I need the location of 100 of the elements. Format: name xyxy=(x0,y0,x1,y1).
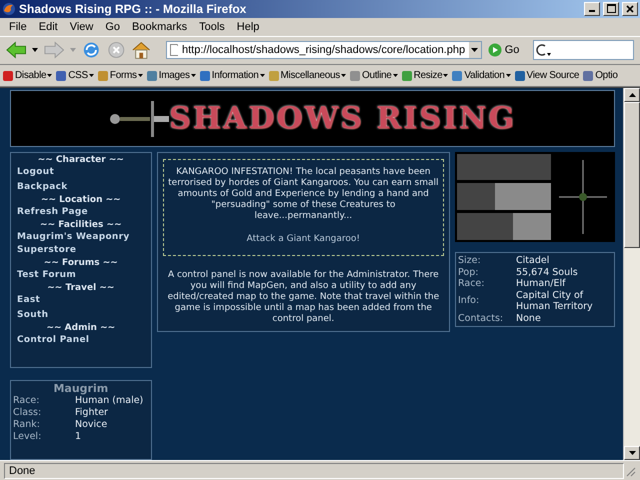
toolbar-menu-button[interactable]: Resize xyxy=(400,70,448,82)
info-label: Contacts: xyxy=(458,312,504,324)
info-label: Pop: xyxy=(458,266,480,278)
toolbar-menu-button[interactable]: Optio xyxy=(582,70,618,82)
minimize-button[interactable] xyxy=(584,2,600,16)
stat-value: Novice xyxy=(75,419,108,432)
toolbar-menu-button[interactable]: Validation xyxy=(451,70,511,82)
close-icon xyxy=(626,4,634,13)
menu-heading: ~~ Facilities ~~ xyxy=(39,219,123,232)
status-text: Done xyxy=(4,462,624,479)
sword-icon xyxy=(109,98,170,139)
info-label: Size: xyxy=(458,255,482,267)
menu-link[interactable]: South xyxy=(17,309,145,322)
caret-icon xyxy=(190,74,196,78)
menu-link[interactable]: Test Forum xyxy=(17,269,145,282)
toolbar-icon xyxy=(348,70,361,82)
menu-link[interactable]: Maugrim's Weaponry Superstore xyxy=(17,231,145,258)
info-value: Human/Elf xyxy=(516,278,567,290)
info-value: 55,674 Souls xyxy=(516,266,579,278)
info-value: Capital City of Human Territory xyxy=(516,290,594,313)
caret-icon xyxy=(138,74,143,78)
toolbar-icon xyxy=(55,70,68,82)
stat-value: Fighter xyxy=(75,407,109,420)
maximize-button[interactable] xyxy=(603,2,619,16)
caret-icon xyxy=(392,74,398,78)
toolbar-menu-button[interactable]: Information xyxy=(198,70,264,82)
stat-label: Race: xyxy=(13,395,40,408)
scroll-down-button[interactable] xyxy=(624,446,640,460)
toolbar-menu-button[interactable]: Forms xyxy=(96,70,143,82)
window-title: Shadows Rising RPG :: - Mozilla Firefox xyxy=(19,2,248,16)
reload-icon[interactable] xyxy=(82,40,101,60)
toolbar-menu-button[interactable]: CSS xyxy=(55,70,94,82)
announcement-text: KANGAROO INFESTATION! The local peasants have been terrorised by hordes of Giant Kangaroos. You can earn small amounts of Gold and Experience by lending a hand and "persuading" some of these Creatures to leave...permanantly... xyxy=(167,167,440,222)
menu-heading: ~~ Location ~~ xyxy=(40,194,122,206)
back-arrow-icon[interactable] xyxy=(6,40,26,60)
attack-link[interactable]: Attack a Giant Kangaroo! xyxy=(166,234,441,246)
menu-item[interactable]: Bookmarks xyxy=(126,20,194,33)
dropdown-button[interactable] xyxy=(469,42,481,58)
search-engine-icon xyxy=(536,43,552,58)
toolbar-menu-button[interactable]: View Source xyxy=(514,70,580,82)
resize-grip-icon xyxy=(624,464,636,477)
address-bar[interactable]: http://localhost/shadows_rising/shadows/core/location.php xyxy=(166,41,482,60)
toolbar-icon xyxy=(582,70,594,82)
caret-icon xyxy=(260,74,264,78)
menu-item[interactable]: View xyxy=(64,20,100,33)
menu-link[interactable]: Backpack xyxy=(17,181,145,194)
toolbar-icon xyxy=(268,70,280,82)
caret-icon xyxy=(443,74,448,78)
character-name: Maugrim xyxy=(52,382,110,396)
info-label: Race: xyxy=(458,278,486,290)
toolbar-menu-button[interactable]: Miscellaneous xyxy=(268,70,346,82)
minimize-icon xyxy=(589,10,595,12)
menu-link[interactable]: Logout xyxy=(17,166,145,180)
close-button[interactable] xyxy=(622,2,638,16)
notice-text: A control panel is now available for the Administrator. There you will find MapGen, and also a utility to add any edited/created map to the game. Note that travel within the game is impossible until a map has been added from the control panel. xyxy=(166,270,440,326)
go-button[interactable]: Go xyxy=(488,43,520,58)
up-arrow-icon xyxy=(628,93,636,98)
menu-heading: ~~ Character ~~ xyxy=(36,154,125,166)
menu-heading: ~~ Travel ~~ xyxy=(46,282,116,294)
stat-value: 1 xyxy=(75,431,82,444)
menu-link[interactable]: Control Panel xyxy=(17,334,145,348)
menu-heading: ~~ Admin ~~ xyxy=(45,322,116,334)
toolbar-icon xyxy=(198,70,211,82)
caret-icon xyxy=(471,48,478,52)
menu-item[interactable]: Go xyxy=(99,20,126,33)
menu-heading: ~~ Forums ~~ xyxy=(42,257,119,270)
toolbar-icon xyxy=(146,70,158,82)
caret-icon xyxy=(340,74,346,78)
menu-item[interactable]: Tools xyxy=(193,20,231,33)
page-icon xyxy=(170,44,178,56)
caret-icon xyxy=(506,74,511,78)
scrollbar[interactable] xyxy=(623,88,640,460)
scroll-thumb[interactable] xyxy=(624,102,640,248)
caret-icon xyxy=(47,74,52,78)
toolbar-icon xyxy=(400,70,413,82)
toolbar-menu-button[interactable]: Images xyxy=(146,70,196,82)
logo-text: SHADOWS RISING xyxy=(169,101,516,136)
info-label: Info: xyxy=(458,295,480,307)
info-value: None xyxy=(516,312,542,324)
firefox-logo-icon xyxy=(2,2,16,16)
search-field[interactable] xyxy=(533,40,634,60)
scroll-up-button[interactable] xyxy=(624,88,640,102)
menu-item[interactable]: File xyxy=(3,20,33,33)
caret-icon[interactable] xyxy=(32,48,38,52)
menu-item[interactable]: Help xyxy=(230,20,266,33)
toolbar-icon xyxy=(96,70,109,82)
toolbar-menu-button[interactable]: Disable xyxy=(2,70,52,82)
menu-link[interactable]: East xyxy=(17,294,145,308)
caret-icon xyxy=(88,74,94,78)
stop-icon[interactable] xyxy=(106,40,126,60)
menu-item[interactable]: Edit xyxy=(32,20,64,33)
stat-label: Rank: xyxy=(13,419,41,432)
info-value: Citadel xyxy=(516,255,550,267)
toolbar-icon xyxy=(451,70,464,82)
menu-link[interactable]: Refresh Page xyxy=(17,206,145,220)
home-icon[interactable] xyxy=(131,40,152,60)
toolbar-menu-button[interactable]: Outline xyxy=(348,70,398,82)
maximize-icon xyxy=(606,4,616,14)
stat-label: Level: xyxy=(13,431,42,444)
down-arrow-icon xyxy=(628,451,636,456)
